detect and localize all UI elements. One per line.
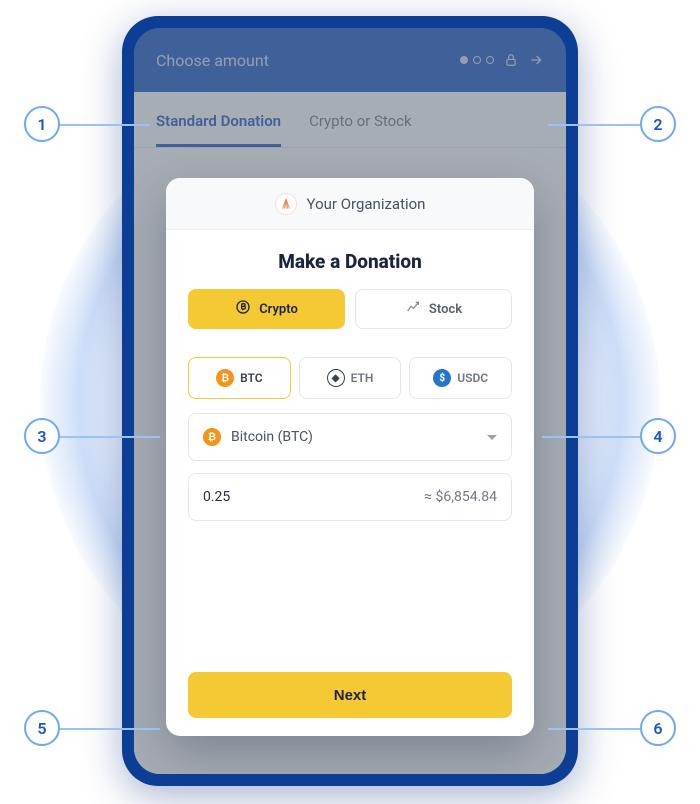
tab-standard-donation[interactable]: Standard Donation — [156, 112, 281, 147]
selected-currency-label: Bitcoin (BTC) — [231, 429, 313, 445]
donation-tabs: Standard Donation Crypto or Stock — [134, 92, 566, 148]
callout-6-line — [548, 728, 640, 730]
callout-1: 1 — [24, 106, 60, 142]
type-crypto-button[interactable]: Crypto — [188, 289, 345, 329]
lock-icon — [504, 53, 518, 67]
callout-3-line — [60, 436, 160, 438]
crypto-chip-btc[interactable]: ₿ BTC — [188, 357, 291, 399]
forward-arrow-icon[interactable] — [528, 52, 544, 68]
crypto-chip-btc-label: BTC — [240, 371, 263, 385]
amount-value: 0.25 — [203, 489, 230, 505]
chevron-down-icon — [487, 435, 497, 440]
type-stock-button[interactable]: Stock — [355, 289, 512, 329]
donation-modal: Your Organization Make a Donation Crypto — [166, 178, 534, 736]
modal-title: Make a Donation — [188, 250, 512, 273]
step-dot-3 — [486, 56, 494, 64]
next-button[interactable]: Next — [188, 672, 512, 718]
topbar-title: Choose amount — [156, 51, 269, 70]
modal-footer: Next — [188, 672, 512, 718]
donation-type-selector: Crypto Stock — [188, 289, 512, 329]
organization-name: Your Organization — [307, 195, 426, 213]
step-dot-1 — [460, 56, 468, 64]
amount-input-row[interactable]: 0.25 ≈ $6,854.84 — [188, 473, 512, 521]
tab-crypto-or-stock[interactable]: Crypto or Stock — [309, 112, 412, 147]
bitcoin-icon — [235, 299, 251, 319]
callout-3: 3 — [24, 418, 60, 454]
callout-4-line — [542, 436, 640, 438]
stock-chart-icon — [405, 299, 421, 319]
top-bar: Choose amount — [134, 28, 566, 92]
callout-5-line — [60, 728, 160, 730]
phone-screen: Choose amount Standard Donation Crypto o… — [134, 28, 566, 774]
organization-logo-icon — [275, 193, 297, 215]
crypto-chip-eth-label: ETH — [351, 371, 374, 385]
modal-body: Make a Donation Crypto Stock — [166, 230, 534, 736]
crypto-chip-usdc[interactable]: $ USDC — [409, 357, 512, 399]
topbar-right — [460, 52, 544, 68]
currency-select[interactable]: ₿ Bitcoin (BTC) — [188, 413, 512, 461]
modal-header: Your Organization — [166, 178, 534, 230]
type-crypto-label: Crypto — [259, 302, 298, 317]
callout-4: 4 — [640, 418, 676, 454]
callout-1-line — [60, 124, 150, 126]
btc-icon: ₿ — [216, 369, 234, 387]
crypto-quick-select: ₿ BTC ◆ ETH $ USDC — [188, 357, 512, 399]
eth-icon: ◆ — [327, 369, 345, 387]
step-dot-2 — [473, 56, 481, 64]
callout-2: 2 — [640, 106, 676, 142]
callout-6: 6 — [640, 710, 676, 746]
step-indicator — [460, 56, 494, 64]
phone-frame: Choose amount Standard Donation Crypto o… — [122, 16, 578, 786]
usdc-icon: $ — [433, 369, 451, 387]
selected-currency-icon: ₿ — [203, 428, 221, 446]
callout-2-line — [548, 124, 640, 126]
callout-5: 5 — [24, 710, 60, 746]
amount-approx: ≈ $6,854.84 — [424, 489, 497, 505]
type-stock-label: Stock — [429, 302, 462, 317]
crypto-chip-usdc-label: USDC — [457, 371, 488, 385]
crypto-chip-eth[interactable]: ◆ ETH — [299, 357, 402, 399]
